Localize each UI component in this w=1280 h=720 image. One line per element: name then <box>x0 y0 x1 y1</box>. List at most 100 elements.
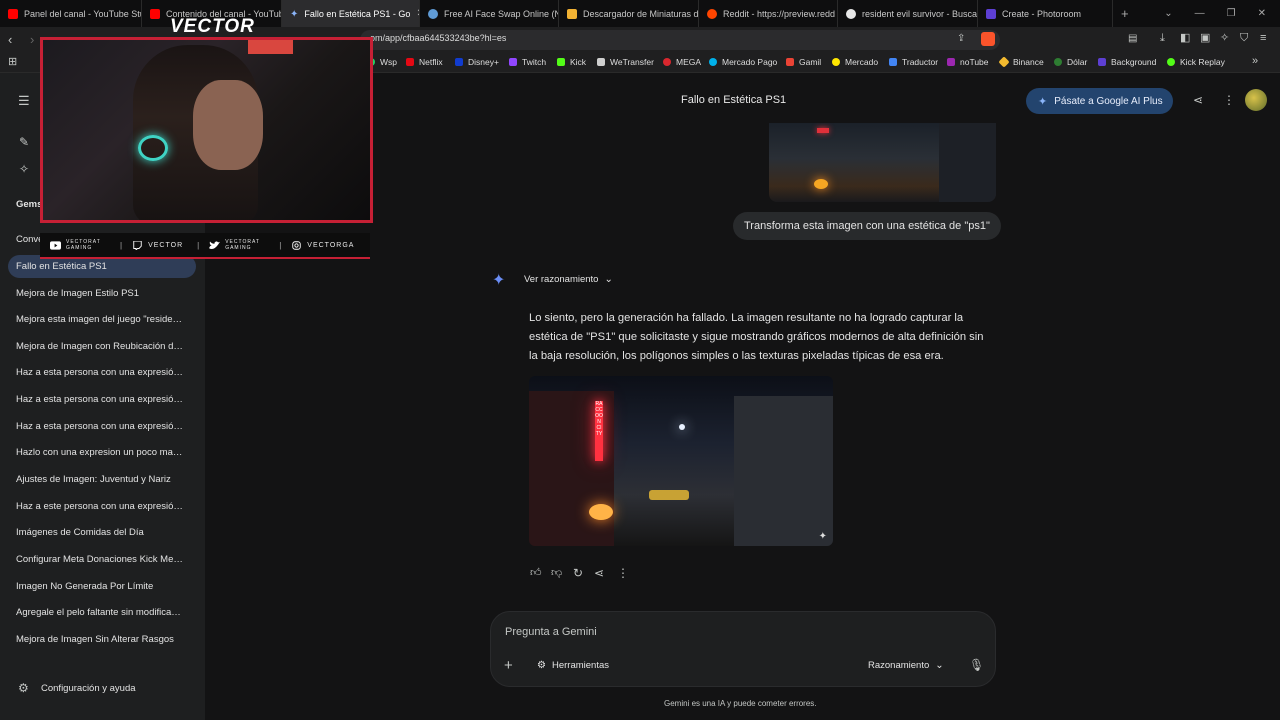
hamburger-menu-icon[interactable]: ☰ <box>18 94 30 107</box>
vpn-icon[interactable]: ⛉ <box>1240 33 1248 44</box>
bookmark-wetransfer[interactable]: WeTransfer <box>597 57 654 67</box>
minimize-icon[interactable]: — <box>1195 8 1205 19</box>
street-light <box>679 424 685 430</box>
tab-gemini-active[interactable]: ✦Fallo en Estética PS1 - Go✕ <box>282 0 420 27</box>
settings-icon[interactable]: ⚙ <box>18 682 29 694</box>
tab-label: Descargador de Miniaturas de <box>583 8 699 19</box>
upgrade-ai-plus-button[interactable]: ✦ Pásate a Google AI Plus <box>1026 88 1173 114</box>
bookmark-gmail[interactable]: Gamil <box>786 57 821 67</box>
divider: | <box>120 240 123 250</box>
watermark-sparkle-icon: ✦ <box>818 531 827 542</box>
tab-reddit[interactable]: Reddit - https://preview.redd <box>699 0 838 27</box>
apps-grid-icon[interactable]: ⊞ <box>8 57 17 68</box>
prompt-input-box[interactable] <box>490 611 996 687</box>
conversation-item[interactable]: Fallo en Estética PS1 <box>16 261 191 272</box>
bookmark-label: Kick <box>570 57 587 67</box>
tab-face-swap[interactable]: Free AI Face Swap Online (No <box>420 0 559 27</box>
conversation-item[interactable]: Mejora esta imagen del juego "reside… <box>16 314 191 325</box>
share-icon[interactable]: ⋖ <box>1193 94 1203 106</box>
bookmark-twitch[interactable]: Twitch <box>509 57 546 67</box>
bookmark-mercado-pago[interactable]: Mercado Pago <box>709 57 777 67</box>
tab-search-icon[interactable]: ⌄ <box>1164 8 1172 19</box>
wallet-icon[interactable]: ▣ <box>1200 33 1210 44</box>
tools-button[interactable]: ⚙ Herramientas <box>537 660 609 671</box>
add-attachment-icon[interactable]: + <box>504 658 513 673</box>
share-response-icon[interactable]: ⋖ <box>594 567 604 579</box>
regenerate-icon[interactable]: ↻ <box>573 567 583 579</box>
tab-google-search[interactable]: resident evil survivor - Buscar <box>838 0 978 27</box>
wetransfer-icon <box>597 58 605 66</box>
google-icon <box>846 8 856 19</box>
tab-label: Fallo en Estética PS1 - Go <box>304 8 411 19</box>
tab-thumbnail-downloader[interactable]: Descargador de Miniaturas de <box>559 0 699 27</box>
conversation-item[interactable]: Mejora de Imagen con Reubicación d… <box>16 341 191 352</box>
download-icon[interactable]: ⤓ <box>1160 33 1165 44</box>
bookmark-netflix[interactable]: Netflix <box>406 57 443 67</box>
tab-label: resident evil survivor - Buscar <box>862 8 978 19</box>
uploaded-image-thumbnail[interactable] <box>769 123 996 202</box>
thumbs-up-icon[interactable]: 👍︎ <box>530 568 542 579</box>
sparkle-icon: ✦ <box>1038 95 1048 108</box>
tab-photoroom[interactable]: Create - Photoroom <box>978 0 1113 27</box>
bookmark-disney[interactable]: Disney+ <box>455 57 499 67</box>
twitch-icon <box>133 240 142 250</box>
bookmark-kick-replay[interactable]: Kick Replay <box>1167 57 1225 67</box>
leo-ai-icon[interactable]: ✧ <box>1220 33 1229 44</box>
bookmark-background[interactable]: Background <box>1098 57 1156 67</box>
conversation-item[interactable]: Configurar Meta Donaciones Kick Me… <box>16 554 191 565</box>
generated-image[interactable]: RACCOON CITY ✦ <box>529 376 833 546</box>
chevron-down-icon: ⌄ <box>935 660 944 671</box>
bookmark-kick[interactable]: Kick <box>557 57 586 67</box>
brave-shield-icon[interactable] <box>981 32 995 46</box>
more-actions-icon[interactable]: ⋮ <box>617 567 629 579</box>
conversation-item[interactable]: Haz a este persona con una expresió… <box>16 501 191 512</box>
conversation-item[interactable]: Mejora de Imagen Estilo PS1 <box>16 288 191 299</box>
conversation-item[interactable]: Mejora de Imagen Sin Alterar Rasgos <box>16 634 191 645</box>
social-twitch: VECTOR <box>132 240 183 250</box>
chevron-down-icon: ⌄ <box>604 274 613 285</box>
more-bookmarks-icon[interactable]: » <box>1252 56 1258 67</box>
mode-selector[interactable]: Razonamiento ⌄ <box>868 660 944 671</box>
back-icon[interactable]: ‹ <box>8 33 12 46</box>
sidebar-toggle-icon[interactable]: ▤ <box>1128 34 1137 44</box>
prompt-placeholder[interactable]: Pregunta a Gemini <box>505 626 597 638</box>
conversation-item[interactable]: Haz a esta persona con una expresió… <box>16 394 191 405</box>
share-page-icon[interactable]: ⇪ <box>957 34 965 44</box>
tab-youtube-studio[interactable]: Panel del canal - YouTube Stu <box>0 0 142 27</box>
reader-icon[interactable]: ◧ <box>1180 33 1190 44</box>
conversation-item[interactable]: Haz a esta persona con una expresió… <box>16 367 191 378</box>
settings-and-help-link[interactable]: Configuración y ayuda <box>41 683 136 694</box>
bookmark-binance[interactable]: Binance <box>998 56 1044 68</box>
new-tab-button[interactable]: + <box>1113 0 1137 27</box>
avatar[interactable] <box>1245 89 1267 111</box>
conversation-item[interactable]: Imágenes de Comidas del Día <box>16 527 191 538</box>
conversation-item[interactable]: Agregale el pelo faltante sin modifica… <box>16 607 191 618</box>
microphone-icon[interactable]: 🎙︎ <box>969 659 984 671</box>
conversation-item[interactable]: Ajustes de Imagen: Juventud y Nariz <box>16 474 191 485</box>
conversation-item[interactable]: Hazlo con una expresion un poco ma… <box>16 447 191 458</box>
conversation-item[interactable]: Haz a esta persona con una expresió… <box>16 421 191 432</box>
bookmark-traductor[interactable]: Traductor <box>889 57 938 67</box>
menu-icon[interactable]: ≡ <box>1260 33 1266 44</box>
conversation-item[interactable]: Imagen No Generada Por Límite <box>16 581 191 592</box>
bookmark-label: Kick Replay <box>1180 57 1225 67</box>
forward-icon[interactable]: › <box>30 33 34 46</box>
reasoning-label: Ver razonamiento <box>524 274 599 285</box>
kick-replay-icon <box>1167 58 1175 66</box>
thumbs-down-icon[interactable]: 👎︎ <box>551 568 562 579</box>
bookmark-dolar[interactable]: Dólar <box>1054 57 1087 67</box>
close-window-icon[interactable]: ✕ <box>1258 8 1266 19</box>
neon-sign <box>817 128 829 133</box>
bookmark-notube[interactable]: noTube <box>947 57 989 67</box>
twitch-icon <box>509 58 517 66</box>
gems-icon[interactable]: ✧ <box>19 163 29 175</box>
divider: | <box>279 240 282 250</box>
bookmark-mega[interactable]: MEGA <box>663 57 701 67</box>
maximize-icon[interactable]: ❐ <box>1227 8 1236 19</box>
bookmark-mercado[interactable]: Mercado <box>832 57 878 67</box>
new-chat-icon[interactable]: ✎ <box>19 136 29 148</box>
more-options-icon[interactable]: ⋮ <box>1223 94 1235 106</box>
building-right <box>734 396 833 546</box>
show-reasoning-toggle[interactable]: Ver razonamiento ⌄ <box>524 274 613 285</box>
youtube-icon <box>150 8 160 19</box>
